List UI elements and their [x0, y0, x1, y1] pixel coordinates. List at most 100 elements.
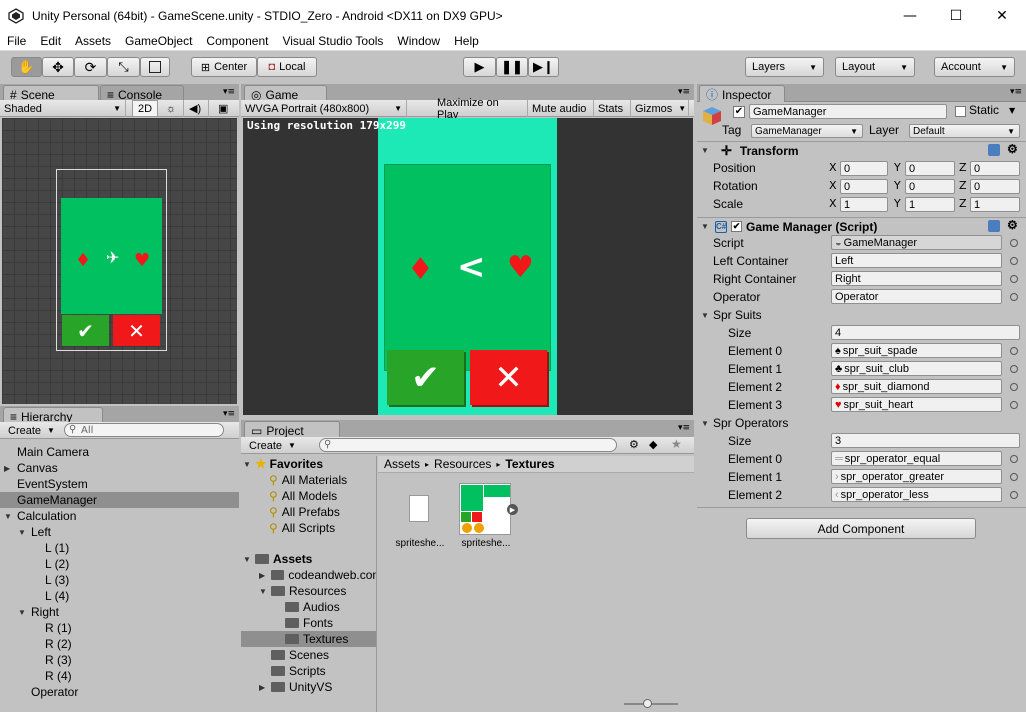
pause-button[interactable]: ❚❚ [496, 57, 528, 77]
gizmos-dropdown[interactable]: Gizmos ▼ [631, 100, 689, 117]
collapse-arrow-icon[interactable]: ▼ [701, 146, 713, 155]
folder-item[interactable]: Fonts [241, 615, 376, 631]
object-picker-icon[interactable] [1010, 257, 1018, 265]
rect-tool-button[interactable] [140, 57, 170, 77]
operator-field[interactable]: Operator [831, 289, 1002, 304]
maximize-button[interactable]: ☐ [933, 0, 979, 31]
panel-menu-icon[interactable]: ▾≡ [1010, 87, 1022, 97]
expand-arrow-icon[interactable]: ▶ [259, 683, 271, 692]
layout-dropdown[interactable]: Layout ▼ [835, 57, 915, 77]
favorite-item[interactable]: ⚲ All Materials [241, 472, 376, 488]
menu-gameobject[interactable]: GameObject [118, 34, 199, 48]
menu-help[interactable]: Help [447, 34, 486, 48]
object-picker-icon[interactable] [1010, 383, 1018, 391]
object-picker-icon[interactable] [1010, 239, 1018, 247]
layers-dropdown[interactable]: Layers ▼ [745, 57, 824, 77]
hierarchy-item[interactable]: ▼ Right [0, 604, 239, 620]
breadcrumb-assets[interactable]: Assets [384, 457, 420, 471]
cross-button[interactable]: ✕ [470, 350, 547, 405]
rotate-tool-button[interactable]: ⟳ [74, 57, 107, 77]
move-tool-button[interactable]: ✥ [42, 57, 74, 77]
spr-operators-foldout[interactable]: ▼ Spr Operators [701, 414, 788, 432]
expand-asset-icon[interactable]: ▶ [507, 504, 518, 515]
operator-element-field[interactable]: › spr_operator_greater [831, 469, 1002, 484]
object-picker-icon[interactable] [1010, 401, 1018, 409]
slider-handle[interactable] [643, 699, 652, 708]
hand-tool-button[interactable]: ✋ [11, 57, 42, 77]
suits-size-field[interactable]: 4 [831, 325, 1020, 340]
folder-item-selected[interactable]: Textures [241, 631, 376, 647]
menu-window[interactable]: Window [390, 34, 447, 48]
hierarchy-item[interactable]: L (3) [0, 572, 239, 588]
folder-item[interactable]: ▼ Resources [241, 583, 376, 599]
operator-element-field[interactable]: ═ spr_operator_equal [831, 451, 1002, 466]
spr-suits-foldout[interactable]: ▼ Spr Suits [701, 306, 762, 324]
help-icon[interactable] [988, 220, 1000, 232]
game-viewport[interactable]: ♦ < ♥ ✔ ✕ Using resolution 179x299 [243, 118, 693, 415]
hierarchy-item[interactable]: R (1) [0, 620, 239, 636]
hierarchy-item[interactable]: ▼ Calculation [0, 508, 239, 524]
active-checkbox[interactable]: ✔ [733, 106, 745, 118]
folder-item[interactable]: ▶ codeandweb.com [241, 567, 376, 583]
suit-element-field[interactable]: ♥ spr_suit_heart [831, 397, 1002, 412]
menu-assets[interactable]: Assets [68, 34, 118, 48]
breadcrumb-resources[interactable]: Resources [434, 457, 491, 471]
pivot-center-button[interactable]: ⊞ Center [191, 57, 257, 77]
filter-type-icon[interactable]: ⚙ [629, 438, 639, 451]
scale-tool-button[interactable]: ⤡ [107, 57, 140, 77]
hierarchy-create-dropdown[interactable]: Create ▼ [4, 422, 56, 439]
favorite-item[interactable]: ⚲ All Models [241, 488, 376, 504]
lighting-toggle[interactable]: ☼ [162, 100, 184, 117]
asset-file[interactable]: spriteshe... [389, 482, 449, 552]
hierarchy-item[interactable]: ▶ Canvas [0, 460, 239, 476]
tag-dropdown[interactable]: GameManager ▼ [751, 124, 863, 138]
menu-visual-studio-tools[interactable]: Visual Studio Tools [275, 34, 390, 48]
folder-item[interactable]: Scenes [241, 647, 376, 663]
collapse-arrow-icon[interactable]: ▼ [701, 311, 713, 320]
mute-audio-toggle[interactable]: Mute audio [528, 100, 594, 117]
gear-icon[interactable]: ⚙ [1007, 142, 1018, 156]
suit-element-field[interactable]: ♣ spr_suit_club [831, 361, 1002, 376]
mode-2d-toggle[interactable]: 2D [132, 100, 158, 117]
gear-icon[interactable]: ⚙ [1007, 218, 1018, 232]
scale-z-field[interactable]: 1 [970, 197, 1020, 212]
scale-y-field[interactable]: 1 [905, 197, 955, 212]
asset-file-spritesheet[interactable]: ▶ spriteshe... [459, 482, 519, 552]
right-container-field[interactable]: Right [831, 271, 1002, 286]
object-picker-icon[interactable] [1010, 455, 1018, 463]
layer-dropdown[interactable]: Default ▼ [909, 124, 1020, 138]
play-button[interactable]: ▶ [463, 57, 496, 77]
favorite-item[interactable]: ⚲ All Scripts [241, 520, 376, 536]
object-picker-icon[interactable] [1010, 275, 1018, 283]
step-button[interactable]: ▶❙ [528, 57, 559, 77]
filter-label-icon[interactable]: ◆ [649, 438, 657, 451]
hierarchy-item[interactable]: EventSystem [0, 476, 239, 492]
hierarchy-item[interactable]: R (4) [0, 668, 239, 684]
scale-x-field[interactable]: 1 [840, 197, 888, 212]
favorites-header[interactable]: ▼ ★ Favorites [241, 456, 376, 472]
suit-element-field[interactable]: ♠ spr_suit_spade [831, 343, 1002, 358]
position-x-field[interactable]: 0 [840, 161, 888, 176]
script-field[interactable]: ◒ GameManager [831, 235, 1002, 250]
audio-toggle[interactable]: ◀) [185, 100, 209, 117]
maximize-on-play-toggle[interactable]: Maximize on Play [433, 97, 528, 121]
assets-header[interactable]: ▼ Assets [241, 551, 376, 567]
effects-toggle[interactable]: ▣ [214, 100, 238, 117]
component-enabled-checkbox[interactable]: ✔ [731, 221, 742, 232]
collapse-arrow-icon[interactable]: ▼ [18, 528, 30, 537]
hierarchy-item[interactable]: Main Camera [0, 444, 239, 460]
rotation-y-field[interactable]: 0 [905, 179, 955, 194]
hierarchy-item-selected[interactable]: GameManager [0, 492, 239, 508]
collapse-arrow-icon[interactable]: ▼ [18, 608, 30, 617]
project-search-input[interactable]: ⚲ [319, 438, 617, 452]
object-picker-icon[interactable] [1010, 347, 1018, 355]
stats-toggle[interactable]: Stats [594, 100, 631, 117]
add-component-button[interactable]: Add Component [746, 518, 976, 539]
position-y-field[interactable]: 0 [905, 161, 955, 176]
hierarchy-item[interactable]: L (2) [0, 556, 239, 572]
panel-menu-icon[interactable]: ▾≡ [223, 87, 235, 97]
rotation-z-field[interactable]: 0 [970, 179, 1020, 194]
pivot-local-button[interactable]: ◘ Local [257, 57, 317, 77]
favorite-item[interactable]: ⚲ All Prefabs [241, 504, 376, 520]
operators-size-field[interactable]: 3 [831, 433, 1020, 448]
